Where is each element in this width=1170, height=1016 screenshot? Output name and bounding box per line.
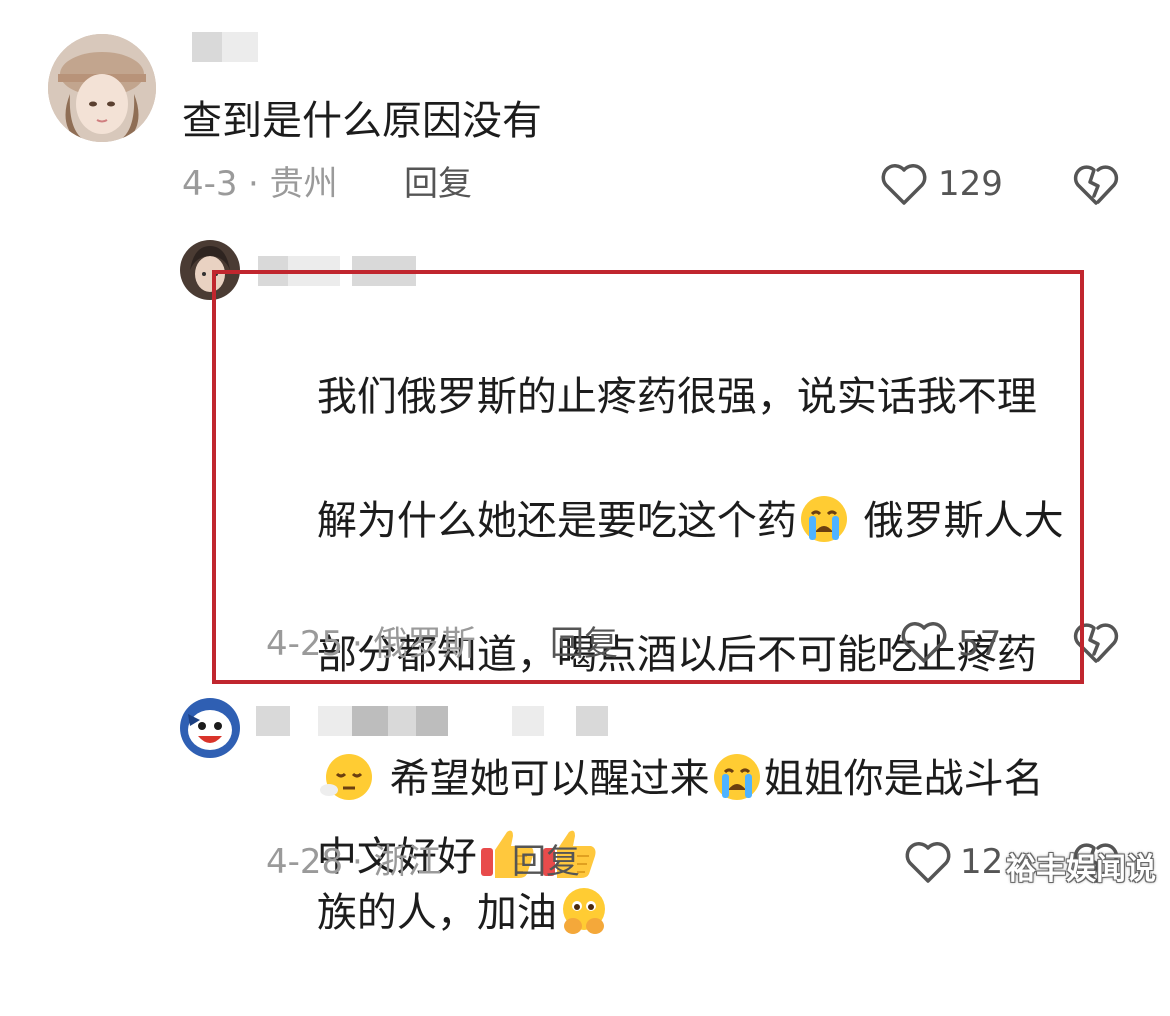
- heart-outline-icon[interactable]: [904, 840, 952, 884]
- like-count: 129: [938, 164, 1003, 204]
- watermark: 裕丰娱闻说: [1006, 852, 1156, 887]
- avatar-image-icon: [48, 34, 156, 142]
- username-redacted-block: [352, 706, 388, 736]
- comment-text-line: 姐姐你是战斗名: [763, 756, 1044, 802]
- username-redacted-block: [512, 706, 544, 736]
- like-count: 12: [960, 842, 1004, 882]
- comment-date: 4-28: [266, 842, 344, 882]
- heart-outline-icon[interactable]: [880, 162, 928, 206]
- reply-button[interactable]: 回复: [404, 164, 472, 204]
- username-redacted-block: [576, 706, 608, 736]
- highlight-box: [212, 270, 1084, 684]
- reply-button[interactable]: 回复: [512, 842, 580, 882]
- username-redacted[interactable]: [256, 706, 290, 736]
- user-avatar[interactable]: [180, 698, 240, 758]
- user-avatar[interactable]: [48, 34, 156, 142]
- avatar-image-icon: [180, 698, 240, 758]
- comment-date: 4-3: [182, 164, 238, 204]
- comment-text: 查到是什么原因没有: [182, 98, 542, 144]
- crying-face-emoji: [712, 752, 762, 820]
- username-redacted-block: [192, 32, 222, 62]
- username-redacted-block: [416, 706, 448, 736]
- broken-heart-icon[interactable]: [1072, 162, 1120, 206]
- comment-location: · 浙江: [352, 842, 442, 882]
- comment-location: · 贵州: [248, 164, 338, 204]
- username-redacted-block: [318, 706, 352, 736]
- username-redacted-block: [388, 706, 416, 736]
